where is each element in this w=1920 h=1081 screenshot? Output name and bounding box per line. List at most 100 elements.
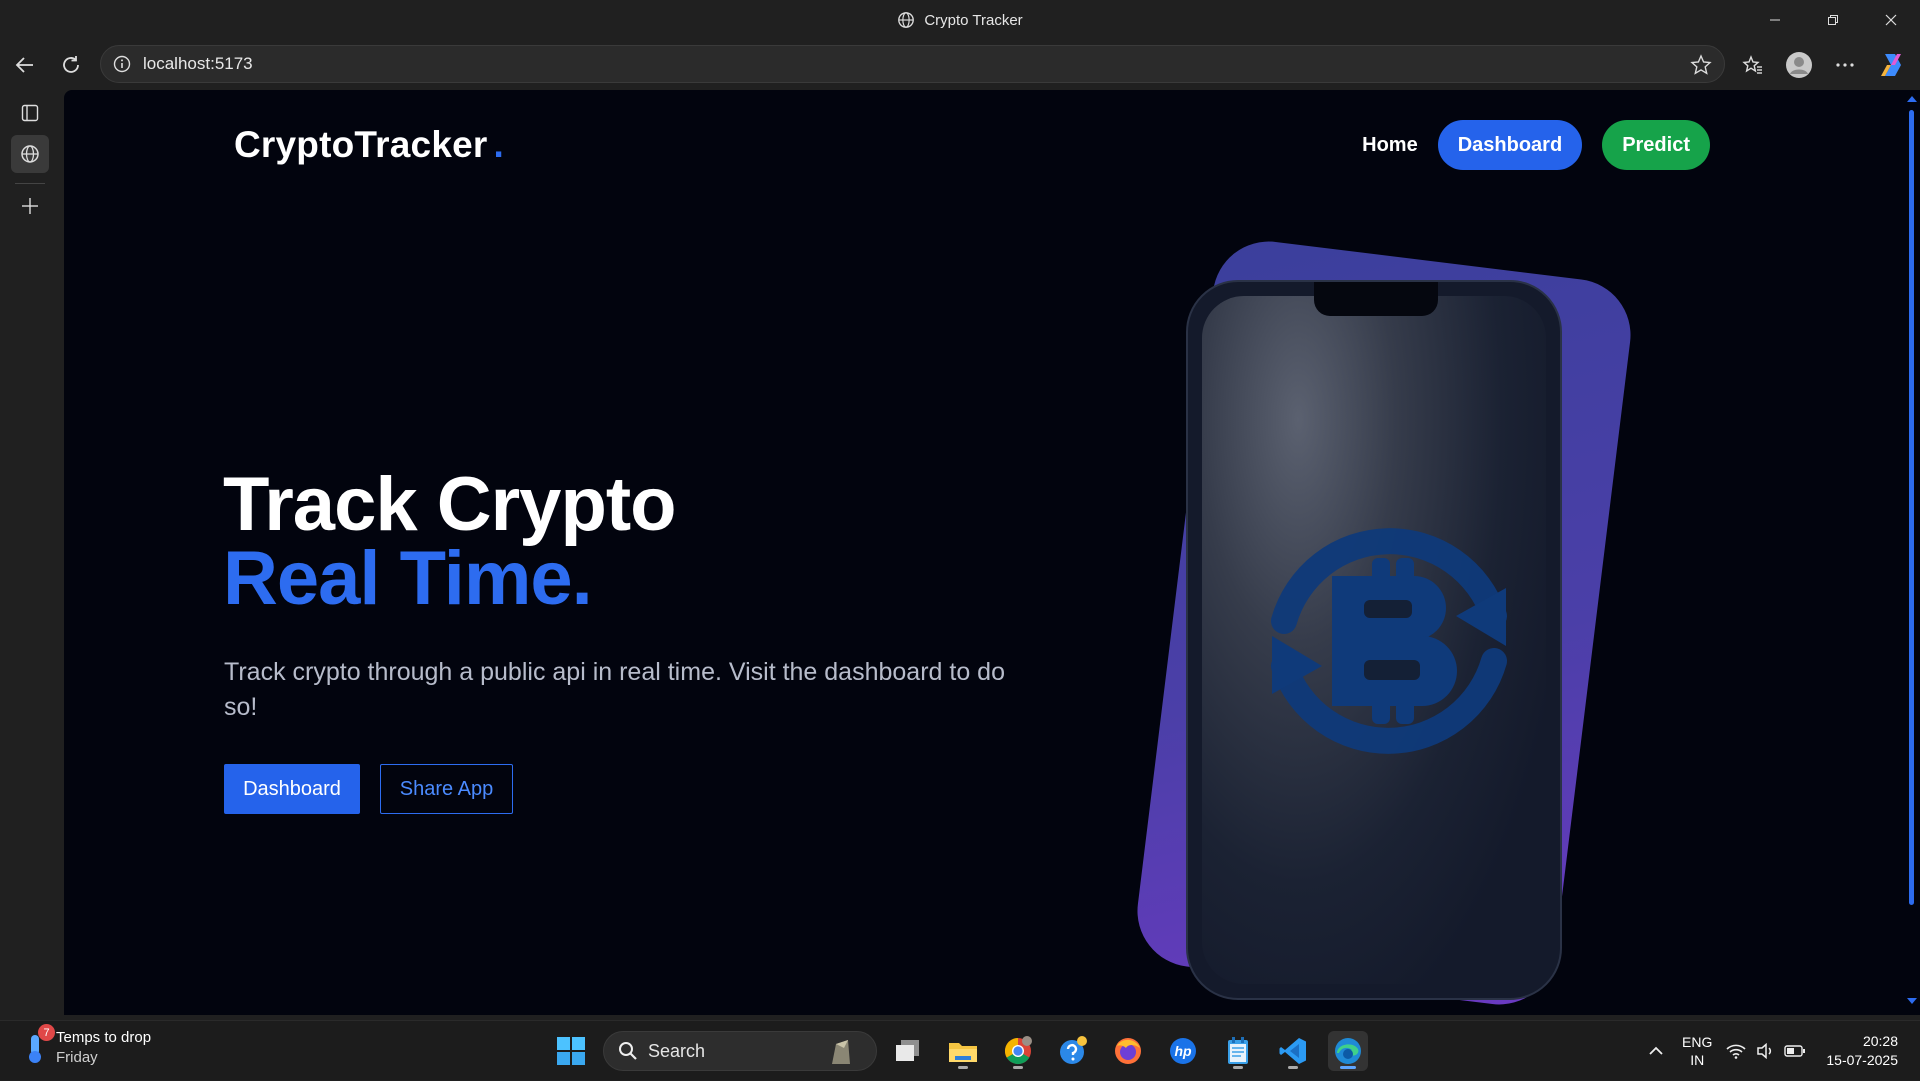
notepad-app[interactable] xyxy=(1218,1031,1258,1071)
notepad-icon xyxy=(1228,1037,1248,1064)
language-line2: IN xyxy=(1690,1052,1705,1068)
copilot-icon xyxy=(1881,54,1901,76)
windows-logo-icon xyxy=(557,1037,585,1065)
taskview-button[interactable] xyxy=(888,1031,928,1071)
scroll-down-arrow[interactable] xyxy=(1907,998,1917,1004)
window-controls xyxy=(1746,0,1920,40)
title-bar: Crypto Tracker xyxy=(0,0,1920,40)
close-icon xyxy=(1885,14,1897,26)
site-logo[interactable]: CryptoTracker. xyxy=(234,124,504,166)
taskbar: 7 Temps to drop Friday Search hp ENG IN … xyxy=(0,1020,1920,1080)
favorites-button[interactable] xyxy=(1730,42,1776,88)
restore-button[interactable] xyxy=(1804,0,1862,40)
wifi-icon[interactable] xyxy=(1726,1043,1746,1059)
vertical-tab-bar xyxy=(0,90,62,1020)
chrome-app[interactable] xyxy=(998,1031,1038,1071)
more-dots-icon xyxy=(1836,63,1854,67)
globe-icon xyxy=(898,12,915,28)
chrome-icon xyxy=(1004,1036,1032,1065)
site-info-icon[interactable] xyxy=(113,55,131,73)
vscode-app[interactable] xyxy=(1273,1031,1313,1071)
back-button[interactable] xyxy=(2,42,48,88)
back-arrow-icon xyxy=(15,57,33,73)
scroll-thumb[interactable] xyxy=(1909,110,1914,905)
close-button[interactable] xyxy=(1862,0,1920,40)
firefox-app[interactable] xyxy=(1108,1031,1148,1071)
language-line1: ENG xyxy=(1682,1034,1713,1050)
tab-crypto-tracker[interactable] xyxy=(11,135,49,173)
weather-badge: 7 xyxy=(38,1024,55,1041)
web-page: CryptoTracker. Home Dashboard Predict Tr… xyxy=(64,90,1904,1015)
nav-dashboard-button[interactable]: Dashboard xyxy=(1437,120,1583,170)
restore-icon xyxy=(1828,15,1838,25)
weather-subtitle: Friday xyxy=(56,1049,98,1066)
hp-app[interactable]: hp xyxy=(1163,1031,1203,1071)
firefox-icon xyxy=(1115,1038,1141,1064)
help-app[interactable] xyxy=(1053,1031,1093,1071)
clock-date: 15-07-2025 xyxy=(1826,1052,1898,1068)
search-highlight-icon xyxy=(832,1040,850,1064)
hero-description: Track crypto through a public api in rea… xyxy=(224,658,1005,721)
copilot-button[interactable] xyxy=(1868,42,1914,88)
language-indicator[interactable]: ENG IN xyxy=(1682,1033,1712,1069)
folder-icon xyxy=(949,1043,977,1062)
running-indicator xyxy=(1233,1066,1243,1069)
divider xyxy=(15,183,45,184)
page-scrollbar[interactable] xyxy=(1904,90,1920,1015)
browser-toolbar: localhost:5173 xyxy=(0,40,1920,90)
volume-icon[interactable] xyxy=(1756,1043,1774,1059)
window-title: Crypto Tracker xyxy=(924,11,1023,29)
nav-home-link[interactable]: Home xyxy=(1362,134,1418,157)
help-icon xyxy=(1060,1036,1087,1064)
hero-heading-line2: Real Time. xyxy=(223,536,593,621)
search-icon xyxy=(619,1042,637,1060)
brand-name: CryptoTracker xyxy=(234,124,488,165)
nav-predict-button[interactable]: Predict xyxy=(1602,120,1710,170)
search-label: Search xyxy=(648,1040,706,1061)
hero-dashboard-button[interactable]: Dashboard xyxy=(224,764,360,814)
clock[interactable]: 20:28 15-07-2025 xyxy=(1826,1032,1898,1070)
running-indicator xyxy=(1013,1066,1023,1069)
reload-button[interactable] xyxy=(48,42,94,88)
active-indicator xyxy=(1340,1066,1356,1069)
edge-icon xyxy=(1335,1038,1361,1064)
settings-menu-button[interactable] xyxy=(1822,42,1868,88)
minimize-icon xyxy=(1770,19,1780,21)
favorites-icon xyxy=(1742,55,1762,74)
site-nav: Home Dashboard Predict xyxy=(1362,120,1710,170)
favorite-star-icon[interactable] xyxy=(1690,54,1712,76)
new-tab-button[interactable] xyxy=(11,187,49,225)
svg-text:hp: hp xyxy=(1174,1043,1192,1059)
chevron-up-icon[interactable] xyxy=(1648,1046,1664,1056)
bitcoin-refresh-icon xyxy=(1271,528,1507,754)
hp-logo-icon: hp xyxy=(1170,1038,1196,1064)
globe-icon xyxy=(21,145,39,163)
phone-mockup xyxy=(1186,280,1562,1000)
phone-notch xyxy=(1314,282,1438,316)
address-bar[interactable]: localhost:5173 xyxy=(100,45,1725,83)
phone-screen xyxy=(1202,296,1546,984)
minimize-button[interactable] xyxy=(1746,0,1804,40)
weather-widget[interactable]: 7 Temps to drop Friday xyxy=(22,1024,151,1068)
profile-button[interactable] xyxy=(1776,42,1822,88)
share-app-button[interactable]: Share App xyxy=(380,764,513,814)
url-text[interactable]: localhost:5173 xyxy=(143,54,253,74)
running-indicator xyxy=(1288,1066,1298,1069)
weather-text: Temps to drop Friday xyxy=(56,1028,151,1068)
edge-app[interactable] xyxy=(1328,1031,1368,1071)
taskbar-search[interactable]: Search xyxy=(603,1031,877,1071)
battery-icon[interactable] xyxy=(1784,1044,1806,1058)
tab-panel-icon xyxy=(21,104,39,122)
start-button[interactable] xyxy=(555,1035,587,1072)
hero-heading: Track Crypto Real Time. xyxy=(223,467,677,621)
vscode-icon xyxy=(1279,1038,1306,1064)
reload-icon xyxy=(63,56,79,73)
weather-title: Temps to drop xyxy=(56,1029,152,1046)
system-tray: ENG IN 20:28 15-07-2025 xyxy=(1648,1021,1920,1081)
tab-actions-button[interactable] xyxy=(11,94,49,132)
file-explorer-app[interactable] xyxy=(943,1031,983,1071)
scroll-up-arrow[interactable] xyxy=(1907,96,1917,102)
clock-time: 20:28 xyxy=(1862,1033,1898,1049)
plus-icon xyxy=(22,198,38,214)
brand-dot: . xyxy=(493,124,504,165)
